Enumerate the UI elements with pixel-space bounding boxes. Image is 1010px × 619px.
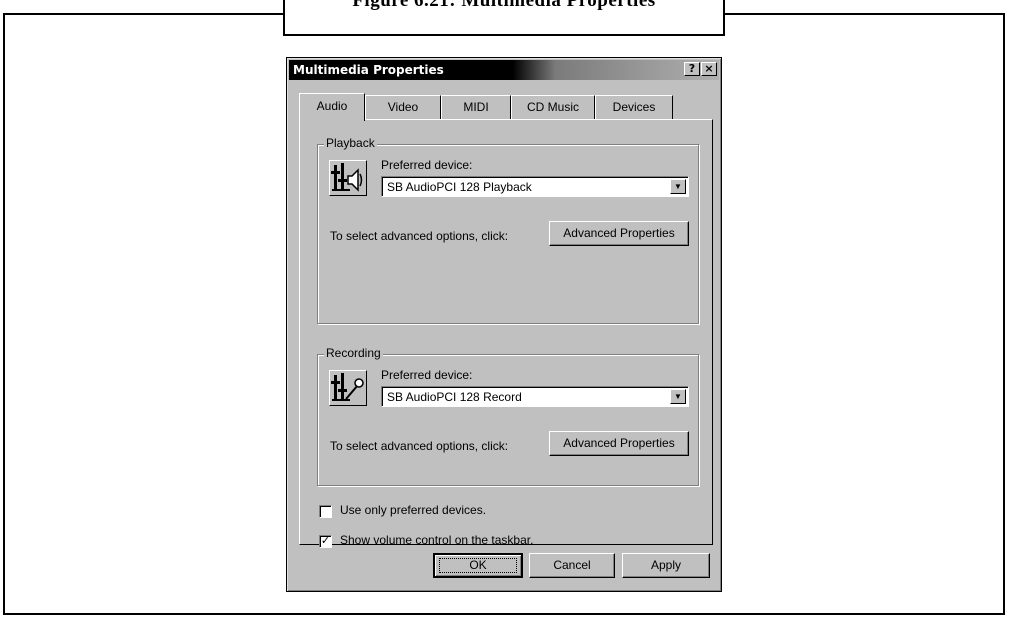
- title-bar[interactable]: Multimedia Properties ? ×: [289, 60, 719, 80]
- recording-device-value: SB AudioPCI 128 Record: [387, 390, 522, 404]
- figure-caption-box: Figure 6.21: Multimedia Properties: [283, 0, 725, 36]
- use-preferred-devices-label[interactable]: Use only preferred devices.: [340, 503, 486, 517]
- audio-tab-panel: Playback Preferred device: SB AudioPCI 1…: [299, 119, 713, 548]
- show-volume-control-label[interactable]: Show volume control on the taskbar.: [340, 533, 533, 547]
- show-volume-control-checkbox[interactable]: ✓: [319, 535, 332, 548]
- recording-preferred-label: Preferred device:: [381, 368, 473, 382]
- recording-group-label: Recording: [324, 346, 383, 360]
- recording-advanced-properties-button[interactable]: Advanced Properties: [549, 431, 689, 456]
- multimedia-properties-dialog: Multimedia Properties ? × Audio Video MI…: [286, 57, 722, 592]
- tab-cd-music[interactable]: CD Music: [511, 95, 595, 119]
- playback-device-select[interactable]: SB AudioPCI 128 Playback ▼: [381, 176, 689, 197]
- chevron-down-icon[interactable]: ▼: [670, 389, 686, 404]
- dialog-title: Multimedia Properties: [293, 63, 444, 77]
- speaker-device-icon: [329, 160, 367, 196]
- focus-indicator: [439, 558, 517, 573]
- playback-advanced-properties-button[interactable]: Advanced Properties: [549, 221, 689, 246]
- cancel-button[interactable]: Cancel: [529, 553, 615, 578]
- playback-preferred-label: Preferred device:: [381, 158, 473, 172]
- tab-video[interactable]: Video: [365, 95, 441, 119]
- recording-advanced-hint: To select advanced options, click:: [330, 439, 509, 453]
- tab-audio[interactable]: Audio: [299, 93, 365, 121]
- apply-button[interactable]: Apply: [622, 553, 710, 578]
- close-button[interactable]: ×: [701, 62, 717, 76]
- tab-devices[interactable]: Devices: [595, 95, 673, 119]
- chevron-down-icon[interactable]: ▼: [670, 179, 686, 194]
- playback-advanced-hint: To select advanced options, click:: [330, 229, 509, 243]
- recording-device-select[interactable]: SB AudioPCI 128 Record ▼: [381, 386, 689, 407]
- tab-midi[interactable]: MIDI: [441, 95, 511, 119]
- playback-group-label: Playback: [324, 136, 377, 150]
- playback-device-value: SB AudioPCI 128 Playback: [387, 180, 532, 194]
- ok-button[interactable]: OK: [433, 553, 523, 578]
- figure-caption: Figure 6.21: Multimedia Properties: [352, 0, 656, 11]
- playback-group: Playback Preferred device: SB AudioPCI 1…: [317, 136, 699, 324]
- use-preferred-devices-checkbox[interactable]: [319, 505, 332, 518]
- microphone-device-icon: [329, 370, 367, 406]
- help-button[interactable]: ?: [684, 62, 700, 76]
- recording-group: Recording Preferred device: SB AudioPCI …: [317, 346, 699, 486]
